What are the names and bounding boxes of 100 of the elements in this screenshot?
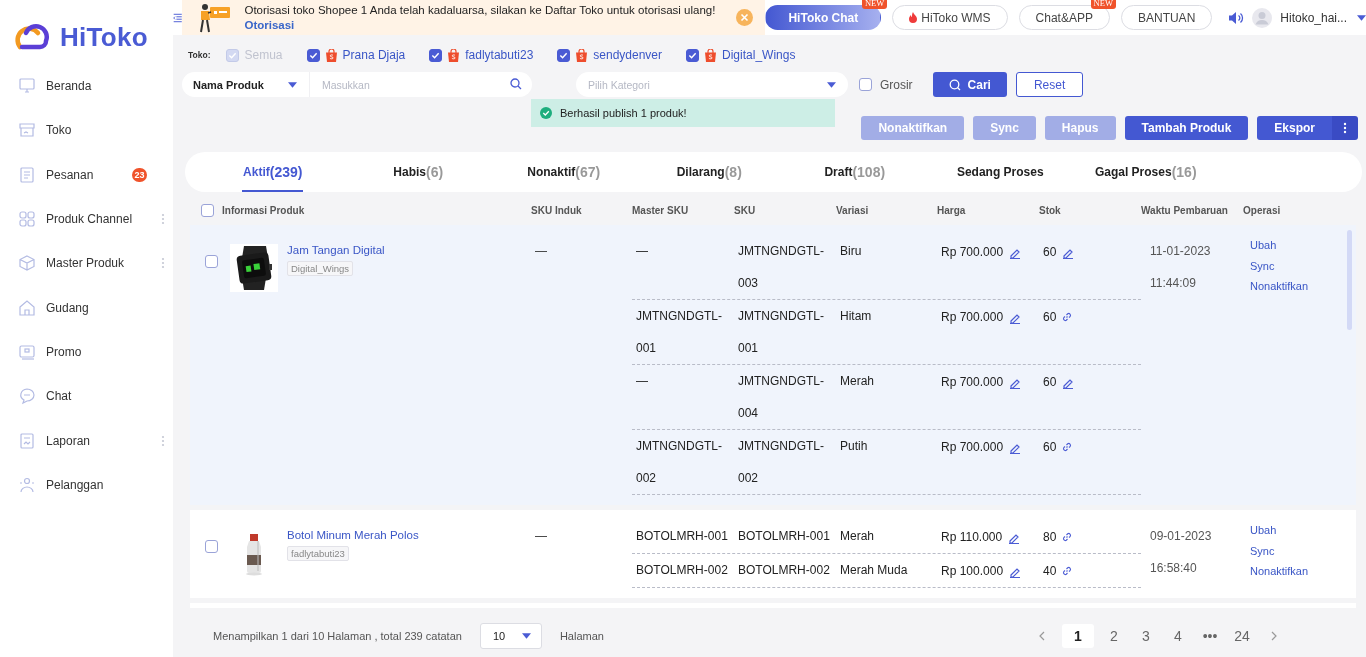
table-cell: Merah <box>840 529 874 543</box>
field-select[interactable]: Nama Produk <box>182 72 310 97</box>
operation-link[interactable]: Sync <box>1250 540 1309 561</box>
authorize-link[interactable]: Otorisasi <box>244 17 295 33</box>
top-button[interactable]: Chat&APP <box>1018 5 1110 30</box>
product-name-link[interactable]: Botol Minum Merah Polos <box>287 529 419 541</box>
page-button[interactable]: 24 <box>1230 624 1254 648</box>
more-button[interactable] <box>1332 116 1358 140</box>
tab[interactable]: Habis(6) <box>392 152 445 192</box>
table-cell-text: BOTOLMRH-001 <box>636 528 729 545</box>
tab[interactable]: Gagal Proses(16) <box>1093 152 1198 192</box>
tab[interactable]: Draft(108) <box>823 152 887 192</box>
page-button[interactable]: ••• <box>1198 624 1222 648</box>
caret-icon <box>287 81 297 88</box>
page-button[interactable]: 2 <box>1102 624 1126 648</box>
price-text: Rp 110.000 <box>941 529 1003 546</box>
page-button[interactable]: 3 <box>1134 624 1158 648</box>
price-text: Rp 700.000 <box>941 309 1004 326</box>
top-button[interactable]: BANTUAN <box>1120 5 1213 30</box>
shopping-bag-icon <box>448 48 460 62</box>
checkbox[interactable] <box>306 48 320 62</box>
pencil-icon <box>1009 312 1022 324</box>
operation-link[interactable]: Nonaktifkan <box>1250 561 1309 582</box>
tab[interactable]: Aktif(239) <box>242 152 304 192</box>
checkmark-icon <box>227 50 237 60</box>
page-size-select[interactable]: 10 <box>479 623 542 649</box>
operation-link[interactable]: Ubah <box>1250 520 1309 541</box>
sidebar-item[interactable]: Chat <box>0 374 173 419</box>
column-header: Master SKU <box>632 205 690 216</box>
checkbox[interactable] <box>201 204 214 217</box>
table-cell: Merah Muda <box>840 563 908 577</box>
page-button[interactable]: 1 <box>1062 624 1094 648</box>
sidebar-item[interactable]: Pesanan 23 <box>0 152 173 197</box>
chat-bubble-icon <box>18 387 36 406</box>
table-cell-text: JMTNGNDGTL-002 <box>738 438 825 487</box>
checkbox[interactable] <box>557 48 571 62</box>
action-button[interactable]: Ekspor <box>1257 116 1332 140</box>
checkmark-icon <box>308 50 318 60</box>
product-name-link[interactable]: Jam Tangan Digital <box>287 244 385 256</box>
search-icon[interactable] <box>509 78 522 90</box>
pencil-icon <box>1009 247 1022 259</box>
store-tag: Digital_Wings <box>287 261 354 276</box>
operation-link[interactable]: Nonaktifkan <box>1250 276 1309 297</box>
page-button[interactable]: 4 <box>1166 624 1190 648</box>
scrollbar-thumb[interactable] <box>1347 230 1352 330</box>
link-icon <box>1062 442 1073 452</box>
sidebar-item[interactable]: Toko <box>0 108 173 153</box>
table-cell: Putih <box>840 439 868 453</box>
caret-icon <box>1357 14 1366 21</box>
store-tag: fadlytabuti23 <box>287 546 349 561</box>
search-field[interactable]: Masukkan <box>309 72 532 97</box>
pencil-icon <box>1009 377 1022 389</box>
tab[interactable]: Dilarang(8) <box>675 152 743 192</box>
store-filter-label: Toko: <box>188 50 211 60</box>
checkbox[interactable] <box>858 78 872 91</box>
reset-button[interactable]: Reset <box>1015 72 1084 97</box>
tab[interactable]: Nonaktif(67) <box>526 152 602 192</box>
search-button[interactable]: Cari <box>932 72 1007 97</box>
table-cell-text: JMTNGNDGTL-004 <box>738 373 825 422</box>
close-icon[interactable] <box>736 9 754 26</box>
table-cell: — <box>535 529 547 543</box>
grid-icon <box>18 210 36 229</box>
operation-link[interactable]: Ubah <box>1250 235 1309 256</box>
operation-link[interactable]: Sync <box>1250 255 1309 276</box>
report-icon <box>18 431 36 450</box>
stock-text: 60 <box>1043 374 1057 391</box>
pencil-icon <box>1062 247 1075 259</box>
chevron-left-icon <box>1039 631 1045 641</box>
sidebar-item[interactable]: Produk Channel <box>0 196 173 242</box>
top-button[interactable]: HiToko WMS <box>892 5 1008 30</box>
sidebar-item[interactable]: Promo <box>0 329 173 375</box>
sidebar-item[interactable]: Master Produk <box>0 241 173 286</box>
checkmark-icon <box>431 50 441 60</box>
sidebar-item[interactable]: Beranda <box>0 64 173 109</box>
tab[interactable]: Sedang Proses <box>955 152 1045 192</box>
table-cell-text: JMTNGNDGTL-001 <box>738 308 825 357</box>
checkbox[interactable] <box>686 48 700 62</box>
clipboard-icon <box>18 165 36 184</box>
pencil-icon <box>1009 442 1022 454</box>
stock-text: 60 <box>1043 244 1057 261</box>
link-icon <box>1062 532 1073 542</box>
search-icon <box>948 78 961 91</box>
sidebar-item[interactable]: Laporan <box>0 418 173 463</box>
user-menu-button[interactable]: Hitoko_hai... <box>1280 10 1366 25</box>
stock-text: 80 <box>1043 529 1057 546</box>
checkbox[interactable] <box>205 540 218 553</box>
speaker-icon[interactable] <box>1228 10 1245 25</box>
flame-icon <box>909 12 918 23</box>
checkbox[interactable] <box>429 48 443 62</box>
sidebar-item[interactable]: Pelanggan <box>0 462 173 507</box>
action-button[interactable]: Tambah Produk <box>1124 116 1249 140</box>
house-icon <box>18 298 36 317</box>
link-icon <box>1062 566 1073 576</box>
table-cell-text: JMTNGNDGTL-001 <box>636 308 723 357</box>
checkbox[interactable] <box>205 255 218 268</box>
table-cell-text: BOTOLMRH-001 <box>738 528 831 545</box>
sidebar-item[interactable]: Gudang <box>0 285 173 330</box>
table-cell: — <box>535 244 547 258</box>
update-time: 11-01-2023 11:44:09 <box>1150 244 1211 290</box>
top-button[interactable]: HiToko Chat <box>765 5 882 30</box>
